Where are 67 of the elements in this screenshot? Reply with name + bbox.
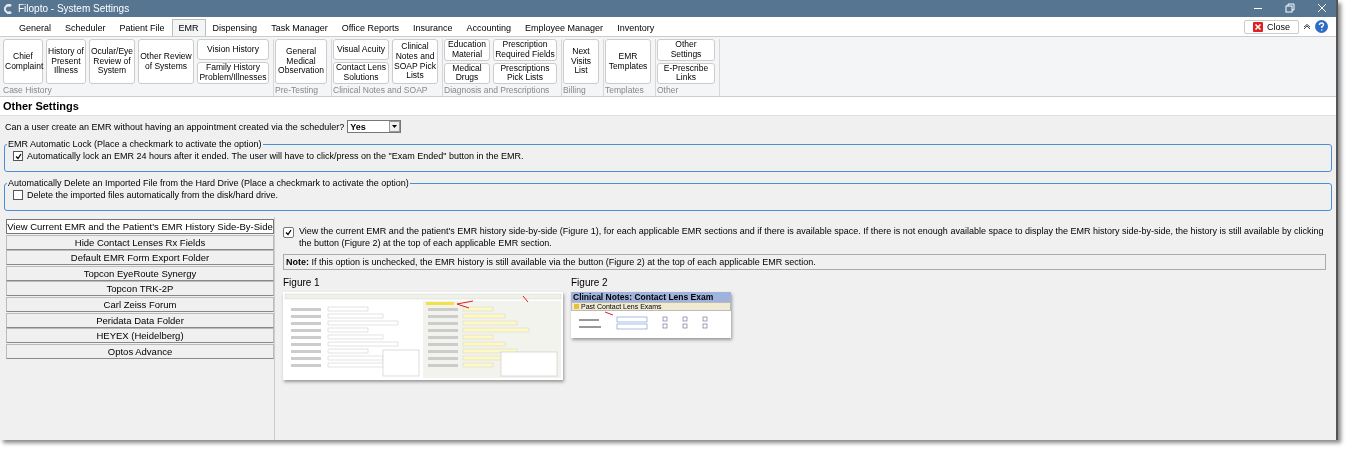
ribbon-button[interactable]: Vision History	[197, 39, 269, 61]
group-label: Other	[657, 84, 680, 97]
tab[interactable]: Accounting	[459, 19, 519, 36]
tab[interactable]: Patient File	[112, 19, 172, 36]
ribbon-button[interactable]: Family History Problem/Illnesses	[197, 62, 269, 84]
settings-button[interactable]: Topcon TRK-2P	[6, 281, 274, 297]
tab[interactable]: Scheduler	[58, 19, 113, 36]
checkbox[interactable]	[13, 190, 23, 200]
ribbon-button[interactable]: History of Present Illness	[46, 39, 86, 84]
tab[interactable]: Employee Manager	[518, 19, 611, 36]
question-label: Can a user create an EMR without having an appointment created via the scheduler?	[5, 121, 345, 132]
settings-button[interactable]: Topcon EyeRoute Synergy	[6, 265, 274, 281]
ribbon-button[interactable]: Prescription Required Fields	[493, 39, 557, 61]
ribbon-button[interactable]: Other Settings	[657, 39, 715, 61]
figure-caption: Figure 1	[283, 277, 321, 289]
close-icon	[1253, 21, 1263, 32]
ribbon-button[interactable]: E-Prescribe Links	[657, 62, 715, 85]
answer-dropdown[interactable]: Yes	[347, 120, 402, 133]
group-legend: EMR Automatic Lock (Place a checkmark to activate the option)	[7, 139, 263, 149]
tab[interactable]: EMR	[171, 19, 206, 36]
settings-button[interactable]: Optos Advance	[6, 343, 274, 359]
settings-button[interactable]: Carl Zeiss Forum	[6, 296, 274, 312]
help-icon[interactable]	[1315, 20, 1328, 33]
tab[interactable]: Inventory	[610, 19, 662, 36]
ribbon-button[interactable]: General Medical Observation	[275, 39, 327, 84]
group-label: Clinical Notes and SOAP	[333, 84, 429, 96]
checkbox[interactable]	[283, 227, 294, 238]
tab[interactable]: General	[12, 19, 59, 36]
tab[interactable]: Office Reports	[334, 19, 406, 36]
collapse-icon[interactable]	[1303, 23, 1311, 30]
note-text: Note: If this option is unchecked, the EMR history is still available via the button (Figure 2) at the top of each applicable EMR section.	[283, 254, 1326, 271]
ribbon-button[interactable]: Ocular/Eye Review of System	[89, 39, 135, 84]
group-label: Diagnosis and Prescriptions	[444, 84, 551, 97]
ribbon-button[interactable]: Medical Drugs	[444, 62, 490, 85]
group-label: Pre-Testing	[275, 84, 319, 96]
panel-header: Clinical Notes: Contact Lens Exam	[571, 292, 731, 303]
group-label: Case History	[3, 84, 53, 96]
settings-button[interactable]: Peridata Data Folder	[6, 312, 274, 328]
ribbon-button[interactable]: Education Material	[444, 39, 490, 61]
tab[interactable]: Insurance	[406, 19, 460, 36]
group-label: Billing	[563, 84, 587, 96]
settings-button[interactable]: View Current EMR and the Patient's EMR History Side-By-Side	[6, 219, 274, 234]
ribbon-button[interactable]: Next Visits List	[563, 39, 599, 84]
ribbon-button[interactable]: Other Review of Systems	[138, 39, 194, 84]
note-icon	[574, 304, 579, 310]
ribbon-button[interactable]: Prescriptions Pick Lists	[493, 62, 557, 85]
window-title: Filopto - System Settings	[18, 3, 131, 14]
group-label: Templates	[605, 84, 645, 96]
tab[interactable]: Dispensing	[205, 19, 265, 36]
option-label: Automatically lock an EMR 24 hours after it ended. The user will have to click/press on the "Exam Ended" button in the EMR.	[27, 151, 524, 161]
ribbon-button[interactable]: Clinical Notes and SOAP Pick Lists	[392, 39, 438, 84]
group-legend: Automatically Delete an Imported File from the Hard Drive (Place a checkmark to activate the option)	[7, 178, 410, 188]
ribbon-button[interactable]: Chief Complaint	[3, 39, 43, 84]
settings-button[interactable]: Default EMR Form Export Folder	[6, 250, 274, 266]
option-description: View the current EMR and the patient's EMR history side-by-side (Figure 1), for each applicable EMR sections and if there is available space. If there is not enough available space to display the EMR history side-by-side, the history is still available by clicking the button (Figure 2) at the top of each applicable EMR section.	[299, 225, 1325, 250]
ribbon-button[interactable]: Contact Lens Solutions	[333, 62, 389, 84]
close-button[interactable]: Close	[1244, 19, 1299, 34]
section-title: Other Settings	[0, 97, 1336, 116]
settings-button[interactable]: Hide Contact Lenses Rx Fields	[6, 234, 274, 250]
option-label: Delete the imported files automatically from the disk/hard drive.	[27, 190, 279, 200]
tab[interactable]: Task Manager	[264, 19, 335, 36]
ribbon-button[interactable]: Visual Acuity	[333, 39, 389, 61]
figure-caption: Figure 2	[571, 277, 609, 289]
settings-button[interactable]: HEYEX (Heidelberg)	[6, 328, 274, 344]
app-logo-icon	[4, 3, 14, 14]
checkbox[interactable]	[13, 151, 23, 161]
ribbon-button[interactable]: EMR Templates	[605, 39, 651, 84]
